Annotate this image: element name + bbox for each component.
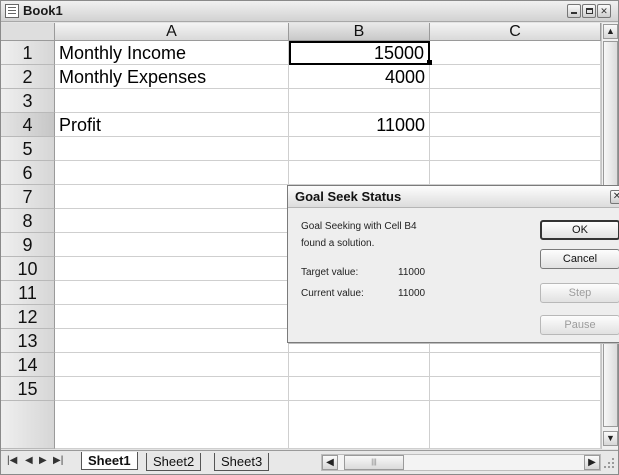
pause-button[interactable]: Pause	[540, 315, 619, 335]
dialog-message-line1: Goal Seeking with Cell B4	[301, 221, 417, 232]
dialog-close-button[interactable]: ✕	[610, 190, 619, 204]
row-header-partial[interactable]	[1, 401, 55, 449]
row-header[interactable]: 2	[1, 65, 55, 89]
window-title: Book1	[23, 3, 63, 18]
row-header[interactable]: 11	[1, 281, 55, 305]
minimize-button[interactable]	[567, 4, 581, 18]
title-bar[interactable]: Book1 ✕	[1, 1, 618, 22]
row-header[interactable]: 9	[1, 233, 55, 257]
minimize-icon	[571, 12, 577, 14]
cell-b16[interactable]	[289, 401, 430, 449]
chevron-down-icon: ▼	[606, 433, 615, 443]
row-header[interactable]: 5	[1, 137, 55, 161]
cell-a6[interactable]	[55, 161, 289, 185]
tab-sheet3[interactable]: Sheet3	[214, 453, 270, 471]
row-header[interactable]: 15	[1, 377, 55, 401]
row-header[interactable]: 14	[1, 353, 55, 377]
cell-b15[interactable]	[289, 377, 430, 401]
close-icon: ✕	[600, 6, 608, 16]
cell-c3[interactable]	[430, 89, 601, 113]
sheet-tab-bar: |◀ ◀ ▶ ▶| Sheet1 Sheet2 Sheet3 ◀ ||| ▶	[1, 450, 618, 474]
row-header[interactable]: 12	[1, 305, 55, 329]
cell-b1[interactable]: 15000	[289, 41, 430, 65]
current-value: 11000	[398, 288, 426, 299]
dialog-title: Goal Seek Status	[295, 189, 402, 204]
cell-c6[interactable]	[430, 161, 601, 185]
last-sheet-icon[interactable]: ▶|	[53, 455, 63, 466]
cancel-button[interactable]: Cancel	[540, 249, 619, 269]
step-button[interactable]: Step	[540, 283, 619, 303]
cell-a1[interactable]: Monthly Income	[55, 41, 289, 65]
cell-a4[interactable]: Profit	[55, 113, 289, 137]
cell-a15[interactable]	[55, 377, 289, 401]
row-header[interactable]: 7	[1, 185, 55, 209]
target-value-label: Target value:	[301, 267, 359, 278]
cell-c16[interactable]	[430, 401, 601, 449]
cell-a13[interactable]	[55, 329, 289, 353]
horizontal-scrollbar[interactable]: ◀ ||| ▶	[321, 454, 601, 471]
workbook-icon	[5, 4, 19, 18]
prev-sheet-icon[interactable]: ◀	[25, 455, 33, 466]
goal-seek-status-dialog: Goal Seek Status ✕ Goal Seeking with Cel…	[287, 185, 619, 343]
column-header-a[interactable]: A	[55, 23, 289, 41]
cell-c14[interactable]	[430, 353, 601, 377]
cell-b2[interactable]: 4000	[289, 65, 430, 89]
select-all-corner[interactable]	[1, 23, 55, 41]
cell-a2[interactable]: Monthly Expenses	[55, 65, 289, 89]
column-header-b[interactable]: B	[289, 23, 430, 41]
scroll-right-button[interactable]: ▶	[584, 455, 600, 470]
horizontal-scroll-thumb[interactable]: |||	[344, 455, 404, 470]
cell-a11[interactable]	[55, 281, 289, 305]
cell-b6[interactable]	[289, 161, 430, 185]
row-header[interactable]: 10	[1, 257, 55, 281]
cell-a9[interactable]	[55, 233, 289, 257]
current-value-label: Current value:	[301, 288, 364, 299]
row-header[interactable]: 4	[1, 113, 55, 137]
row-header[interactable]: 1	[1, 41, 55, 65]
restore-icon	[586, 8, 593, 14]
scroll-up-button[interactable]: ▲	[603, 24, 618, 39]
cell-a12[interactable]	[55, 305, 289, 329]
cell-a14[interactable]	[55, 353, 289, 377]
ok-button[interactable]: OK	[540, 220, 619, 240]
dialog-message-line2: found a solution.	[301, 238, 375, 249]
close-icon: ✕	[612, 191, 619, 202]
tab-sheet2[interactable]: Sheet2	[146, 453, 202, 471]
cell-a5[interactable]	[55, 137, 289, 161]
cell-a16[interactable]	[55, 401, 289, 449]
row-header[interactable]: 13	[1, 329, 55, 353]
cell-b4[interactable]: 11000	[289, 113, 430, 137]
cell-a8[interactable]	[55, 209, 289, 233]
cell-a7[interactable]	[55, 185, 289, 209]
scroll-left-button[interactable]: ◀	[322, 455, 338, 470]
cell-b5[interactable]	[289, 137, 430, 161]
fill-handle[interactable]	[427, 60, 432, 65]
first-sheet-icon[interactable]: |◀	[7, 455, 17, 466]
cell-c15[interactable]	[430, 377, 601, 401]
close-button[interactable]: ✕	[597, 4, 611, 18]
cell-c5[interactable]	[430, 137, 601, 161]
scroll-down-button[interactable]: ▼	[603, 431, 618, 446]
row-header[interactable]: 3	[1, 89, 55, 113]
cell-c2[interactable]	[430, 65, 601, 89]
cell-c4[interactable]	[430, 113, 601, 137]
column-header-c[interactable]: C	[430, 23, 601, 41]
chevron-left-icon: ◀	[326, 457, 334, 468]
cell-b14[interactable]	[289, 353, 430, 377]
cell-c1[interactable]	[430, 41, 601, 65]
chevron-right-icon: ▶	[588, 457, 596, 468]
tab-sheet1[interactable]: Sheet1	[81, 452, 138, 470]
size-grip-icon[interactable]	[601, 454, 617, 471]
row-header[interactable]: 6	[1, 161, 55, 185]
target-value: 11000	[398, 267, 426, 278]
chevron-up-icon: ▲	[606, 26, 615, 36]
row-header[interactable]: 8	[1, 209, 55, 233]
dialog-title-bar[interactable]: Goal Seek Status ✕	[288, 186, 619, 208]
restore-button[interactable]	[582, 4, 596, 18]
cell-a10[interactable]	[55, 257, 289, 281]
next-sheet-icon[interactable]: ▶	[39, 455, 47, 466]
cell-b3[interactable]	[289, 89, 430, 113]
cell-a3[interactable]	[55, 89, 289, 113]
